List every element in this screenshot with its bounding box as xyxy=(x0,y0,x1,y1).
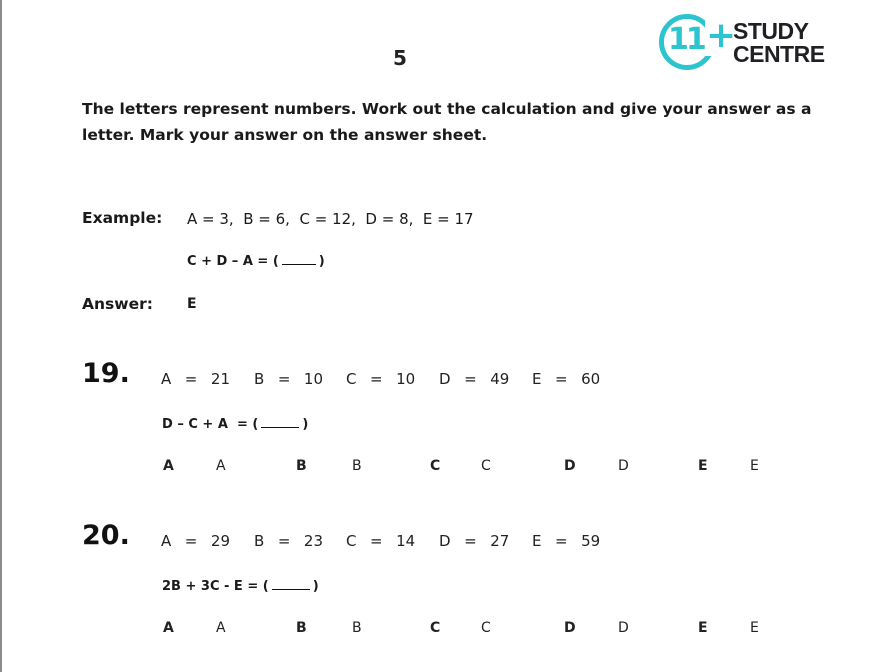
question-value: B = 23 xyxy=(254,532,324,550)
option-letter: E xyxy=(698,620,708,636)
equation-text: 2B + 3C - E = ( xyxy=(162,579,269,594)
option-value[interactable]: C xyxy=(481,458,491,474)
equation-close: ) xyxy=(302,417,309,432)
option-letter: B xyxy=(296,620,307,636)
option-letter: A xyxy=(163,458,174,474)
logo-wordmark: STUDY CENTRE xyxy=(733,20,825,66)
question-value: A = 29 xyxy=(161,532,230,550)
answer-blank xyxy=(271,579,310,590)
question-equation: 2B + 3C - E = () xyxy=(162,579,319,594)
question-value: E = 59 xyxy=(532,532,601,550)
answer-label: Answer: xyxy=(82,295,153,313)
example-equation-close: ) xyxy=(318,254,325,269)
answer-blank xyxy=(261,417,300,428)
option-letter: E xyxy=(698,458,708,474)
equation-text: D – C + A = ( xyxy=(162,417,259,432)
option-letter: C xyxy=(430,620,441,636)
question-value: D = 27 xyxy=(439,532,510,550)
option-value[interactable]: E xyxy=(750,458,759,474)
question-value: D = 49 xyxy=(439,370,510,388)
option-value[interactable]: B xyxy=(352,458,362,474)
option-letter: D xyxy=(564,620,576,636)
option-letter: D xyxy=(564,458,576,474)
example-label: Example: xyxy=(82,209,163,227)
question-number: 20. xyxy=(82,520,130,551)
option-letter: A xyxy=(163,620,174,636)
example-answer: E xyxy=(187,296,197,312)
question-value: C = 14 xyxy=(346,532,416,550)
instructions: The letters represent numbers. Work out … xyxy=(82,100,812,144)
option-value[interactable]: D xyxy=(618,458,629,474)
equation-close: ) xyxy=(312,579,319,594)
option-value[interactable]: E xyxy=(750,620,759,636)
question-equation: D – C + A = () xyxy=(162,417,308,432)
option-value[interactable]: A xyxy=(216,620,226,636)
option-value[interactable]: C xyxy=(481,620,491,636)
question-value: E = 60 xyxy=(532,370,601,388)
option-value[interactable]: A xyxy=(216,458,226,474)
question-value: C = 10 xyxy=(346,370,416,388)
logo-mark: 11 xyxy=(668,22,707,57)
question-value: A = 21 xyxy=(161,370,230,388)
option-letter: B xyxy=(296,458,307,474)
page-number: 5 xyxy=(393,46,407,70)
option-value[interactable]: D xyxy=(618,620,629,636)
example-equation-text: C + D – A = ( xyxy=(187,254,279,269)
option-letter: C xyxy=(430,458,441,474)
option-value[interactable]: B xyxy=(352,620,362,636)
question-number: 19. xyxy=(82,358,130,389)
question-value: B = 10 xyxy=(254,370,324,388)
page-left-border xyxy=(0,0,2,672)
example-equation: C + D – A = () xyxy=(187,254,325,269)
logo-line-2: CENTRE xyxy=(733,41,825,67)
example-values: A = 3, B = 6, C = 12, D = 8, E = 17 xyxy=(187,210,474,228)
answer-blank xyxy=(281,254,316,265)
study-centre-logo: 11 + STUDY CENTRE xyxy=(657,12,847,80)
